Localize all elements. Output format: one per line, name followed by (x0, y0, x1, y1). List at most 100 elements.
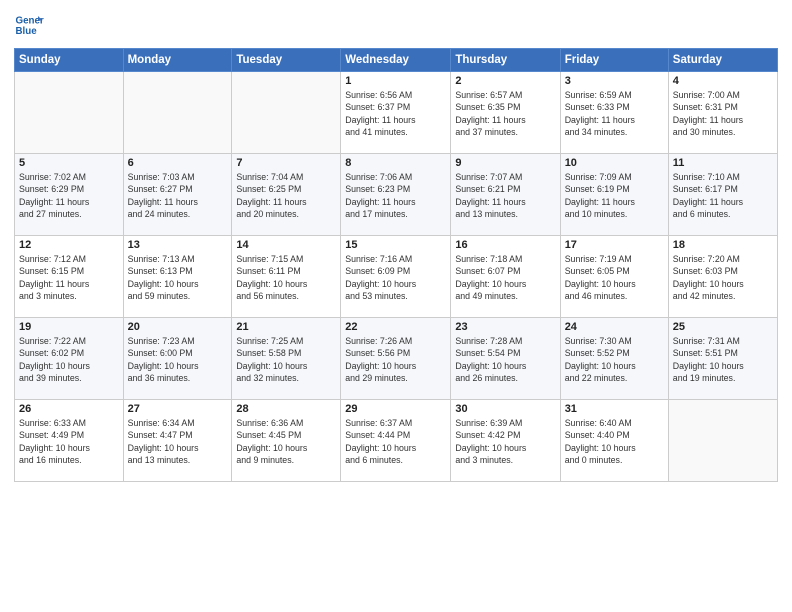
calendar-cell: 7Sunrise: 7:04 AMSunset: 6:25 PMDaylight… (232, 154, 341, 236)
calendar-cell: 21 Sunrise: 7:25 AMSunset: 5:58 PMDayligh… (232, 318, 341, 400)
day-info: Sunrise: 6:39 AMSunset: 4:42 PMDaylight:… (455, 417, 555, 466)
day-number: 29 (345, 403, 446, 415)
logo-icon: General Blue (14, 10, 44, 40)
day-info: Sunrise: 6:36 AMSunset: 4:45 PMDaylight:… (236, 417, 336, 466)
day-info: Sunrise: 6:37 AMSunset: 4:44 PMDaylight:… (345, 417, 446, 466)
day-info: Sunrise: 6:33 AMSunset: 4:49 PMDaylight:… (19, 417, 119, 466)
day-number: 3 (565, 75, 664, 87)
calendar-cell: 29 Sunrise: 6:37 AMSunset: 4:44 PMDayligh… (341, 400, 451, 482)
day-number: 18 (673, 239, 773, 251)
calendar-cell: 5Sunrise: 7:02 AMSunset: 6:29 PMDaylight… (15, 154, 124, 236)
calendar-cell: 30Sunrise: 6:39 AMSunset: 4:42 PMDayligh… (451, 400, 560, 482)
calendar-cell: 1 Sunrise: 6:56 AMSunset: 6:37 PMDaylight… (341, 72, 451, 154)
day-info: Sunrise: 6:56 AMSunset: 6:37 PMDaylight:… (345, 89, 446, 138)
calendar-cell: 26 Sunrise: 6:33 AMSunset: 4:49 PMDayligh… (15, 400, 124, 482)
day-info: Sunrise: 7:25 AMSunset: 5:58 PMDaylight:… (236, 335, 336, 384)
calendar-cell: 28 Sunrise: 6:36 AMSunset: 4:45 PMDayligh… (232, 400, 341, 482)
week-row-4: 19Sunrise: 7:22 AMSunset: 6:02 PMDayligh… (15, 318, 778, 400)
day-number: 23 (455, 321, 555, 333)
calendar-cell: 6 Sunrise: 7:03 AMSunset: 6:27 PMDaylight… (123, 154, 232, 236)
calendar-cell (668, 400, 777, 482)
day-info: Sunrise: 7:15 AMSunset: 6:11 PMDaylight:… (236, 253, 336, 302)
day-info: Sunrise: 7:03 AMSunset: 6:27 PMDaylight:… (128, 171, 228, 220)
calendar-cell: 31 Sunrise: 6:40 AMSunset: 4:40 PMDayligh… (560, 400, 668, 482)
day-number: 22 (345, 321, 446, 333)
calendar-cell: 9Sunrise: 7:07 AMSunset: 6:21 PMDaylight… (451, 154, 560, 236)
day-number: 15 (345, 239, 446, 251)
day-info: Sunrise: 7:02 AMSunset: 6:29 PMDaylight:… (19, 171, 119, 220)
day-number: 20 (128, 321, 228, 333)
day-number: 19 (19, 321, 119, 333)
week-row-1: 1 Sunrise: 6:56 AMSunset: 6:37 PMDaylight… (15, 72, 778, 154)
day-number: 25 (673, 321, 773, 333)
calendar-cell: 27Sunrise: 6:34 AMSunset: 4:47 PMDayligh… (123, 400, 232, 482)
day-info: Sunrise: 7:16 AMSunset: 6:09 PMDaylight:… (345, 253, 446, 302)
day-info: Sunrise: 6:57 AMSunset: 6:35 PMDaylight:… (455, 89, 555, 138)
weekday-header-row: SundayMondayTuesdayWednesdayThursdayFrid… (15, 49, 778, 72)
svg-text:Blue: Blue (16, 26, 38, 37)
day-info: Sunrise: 7:07 AMSunset: 6:21 PMDaylight:… (455, 171, 555, 220)
day-number: 12 (19, 239, 119, 251)
weekday-header-thursday: Thursday (451, 49, 560, 72)
calendar-cell: 20 Sunrise: 7:23 AMSunset: 6:00 PMDayligh… (123, 318, 232, 400)
day-info: Sunrise: 7:09 AMSunset: 6:19 PMDaylight:… (565, 171, 664, 220)
day-number: 2 (455, 75, 555, 87)
calendar-cell: 16 Sunrise: 7:18 AMSunset: 6:07 PMDayligh… (451, 236, 560, 318)
day-info: Sunrise: 6:40 AMSunset: 4:40 PMDaylight:… (565, 417, 664, 466)
calendar-cell: 13 Sunrise: 7:13 AMSunset: 6:13 PMDayligh… (123, 236, 232, 318)
calendar-cell: 11 Sunrise: 7:10 AMSunset: 6:17 PMDayligh… (668, 154, 777, 236)
day-info: Sunrise: 7:26 AMSunset: 5:56 PMDaylight:… (345, 335, 446, 384)
page: General Blue SundayMondayTuesdayWednesda… (0, 0, 792, 612)
day-info: Sunrise: 7:28 AMSunset: 5:54 PMDaylight:… (455, 335, 555, 384)
day-number: 31 (565, 403, 664, 415)
day-info: Sunrise: 7:04 AMSunset: 6:25 PMDaylight:… (236, 171, 336, 220)
calendar-cell (232, 72, 341, 154)
day-number: 11 (673, 157, 773, 169)
day-info: Sunrise: 7:18 AMSunset: 6:07 PMDaylight:… (455, 253, 555, 302)
calendar-cell: 2 Sunrise: 6:57 AMSunset: 6:35 PMDaylight… (451, 72, 560, 154)
calendar-cell: 10 Sunrise: 7:09 AMSunset: 6:19 PMDayligh… (560, 154, 668, 236)
day-number: 13 (128, 239, 228, 251)
header: General Blue (14, 10, 778, 40)
day-number: 17 (565, 239, 664, 251)
day-number: 10 (565, 157, 664, 169)
day-info: Sunrise: 7:23 AMSunset: 6:00 PMDaylight:… (128, 335, 228, 384)
logo: General Blue (14, 10, 44, 40)
weekday-header-sunday: Sunday (15, 49, 124, 72)
day-info: Sunrise: 6:59 AMSunset: 6:33 PMDaylight:… (565, 89, 664, 138)
day-info: Sunrise: 7:30 AMSunset: 5:52 PMDaylight:… (565, 335, 664, 384)
weekday-header-wednesday: Wednesday (341, 49, 451, 72)
day-number: 1 (345, 75, 446, 87)
calendar-cell: 18 Sunrise: 7:20 AMSunset: 6:03 PMDayligh… (668, 236, 777, 318)
calendar-cell: 4 Sunrise: 7:00 AMSunset: 6:31 PMDaylight… (668, 72, 777, 154)
day-info: Sunrise: 6:34 AMSunset: 4:47 PMDaylight:… (128, 417, 228, 466)
day-number: 26 (19, 403, 119, 415)
weekday-header-friday: Friday (560, 49, 668, 72)
calendar-cell (123, 72, 232, 154)
day-number: 4 (673, 75, 773, 87)
day-info: Sunrise: 7:13 AMSunset: 6:13 PMDaylight:… (128, 253, 228, 302)
day-info: Sunrise: 7:20 AMSunset: 6:03 PMDaylight:… (673, 253, 773, 302)
calendar-cell: 19Sunrise: 7:22 AMSunset: 6:02 PMDayligh… (15, 318, 124, 400)
day-number: 6 (128, 157, 228, 169)
calendar-cell: 25Sunrise: 7:31 AMSunset: 5:51 PMDayligh… (668, 318, 777, 400)
calendar-cell: 23 Sunrise: 7:28 AMSunset: 5:54 PMDayligh… (451, 318, 560, 400)
day-info: Sunrise: 7:00 AMSunset: 6:31 PMDaylight:… (673, 89, 773, 138)
day-number: 28 (236, 403, 336, 415)
week-row-3: 12 Sunrise: 7:12 AMSunset: 6:15 PMDayligh… (15, 236, 778, 318)
week-row-2: 5Sunrise: 7:02 AMSunset: 6:29 PMDaylight… (15, 154, 778, 236)
day-number: 21 (236, 321, 336, 333)
day-number: 16 (455, 239, 555, 251)
calendar-cell: 17Sunrise: 7:19 AMSunset: 6:05 PMDayligh… (560, 236, 668, 318)
calendar-cell: 24Sunrise: 7:30 AMSunset: 5:52 PMDayligh… (560, 318, 668, 400)
calendar-table: SundayMondayTuesdayWednesdayThursdayFrid… (14, 48, 778, 482)
calendar-cell: 22 Sunrise: 7:26 AMSunset: 5:56 PMDayligh… (341, 318, 451, 400)
calendar-cell: 12 Sunrise: 7:12 AMSunset: 6:15 PMDayligh… (15, 236, 124, 318)
weekday-header-tuesday: Tuesday (232, 49, 341, 72)
day-info: Sunrise: 7:12 AMSunset: 6:15 PMDaylight:… (19, 253, 119, 302)
day-info: Sunrise: 7:10 AMSunset: 6:17 PMDaylight:… (673, 171, 773, 220)
weekday-header-saturday: Saturday (668, 49, 777, 72)
calendar-cell: 15 Sunrise: 7:16 AMSunset: 6:09 PMDayligh… (341, 236, 451, 318)
day-number: 8 (345, 157, 446, 169)
calendar-cell: 14Sunrise: 7:15 AMSunset: 6:11 PMDayligh… (232, 236, 341, 318)
